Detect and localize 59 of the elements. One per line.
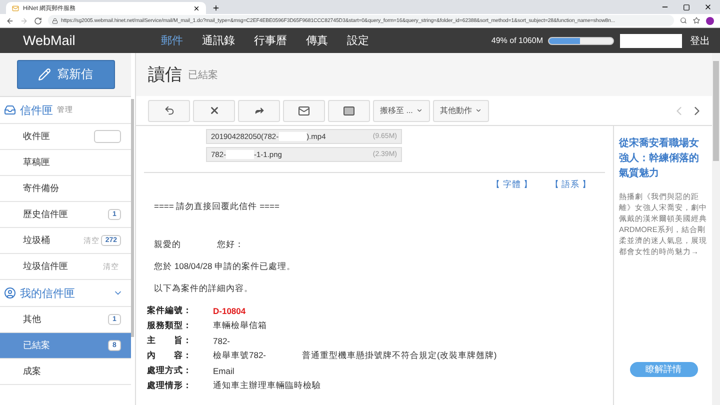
mail-text: 親愛的 您好： <box>153 239 245 251</box>
nav-tab[interactable]: 傳真 <box>306 33 328 48</box>
field-value: 通知車主辦理車輛臨時檢驗 <box>213 380 321 392</box>
field-value: 檢舉車號782- 普通重型機車懸掛號牌不符合規定(改裝車牌翹牌) <box>213 350 497 362</box>
search-field[interactable] <box>620 34 682 48</box>
lock-icon <box>52 18 58 24</box>
field-label: 處理情形： <box>147 380 193 392</box>
field-label: 服務類型： <box>147 320 193 332</box>
user-icon <box>4 287 16 299</box>
reply-icon <box>164 105 174 116</box>
forward-mail-button[interactable] <box>328 100 370 122</box>
field-value: 782- <box>213 336 230 346</box>
more-actions-button[interactable]: 其他動作 <box>432 100 489 122</box>
field-value: D-10804 <box>213 306 246 316</box>
scrollbar[interactable] <box>131 99 134 337</box>
page-scrollbar[interactable] <box>712 53 720 405</box>
nav-tab[interactable]: 通訊錄 <box>202 33 235 48</box>
maximize-icon[interactable] <box>683 4 690 10</box>
nav-tab[interactable]: 設定 <box>347 33 369 48</box>
field-label: 主 旨： <box>147 334 193 346</box>
mail-text: 以下為案件的詳細內容。 <box>153 283 254 295</box>
inbox-icon <box>4 104 16 116</box>
close-icon <box>208 105 220 116</box>
reply-mail-button[interactable] <box>283 100 325 122</box>
compose-button[interactable]: 寫新信 <box>16 60 114 89</box>
field-value: 車輛檢舉信箱 <box>213 320 267 332</box>
star-icon[interactable] <box>693 17 700 24</box>
option-link[interactable]: 【 字體 】 <box>492 179 532 191</box>
close-tab-icon[interactable] <box>193 4 200 12</box>
profile-avatar[interactable] <box>706 16 714 24</box>
option-link[interactable]: 【 語系 】 <box>550 179 591 191</box>
caret-icon <box>416 107 423 114</box>
new-tab-icon[interactable] <box>212 4 220 12</box>
forward-button[interactable] <box>238 100 280 122</box>
zoom-icon[interactable] <box>680 17 687 24</box>
close-icon[interactable] <box>704 3 712 11</box>
storage-usage: 49% of 1060M <box>491 36 543 45</box>
nav-tab[interactable]: 郵件 <box>161 33 183 48</box>
back-icon[interactable] <box>6 16 14 24</box>
caret-icon <box>474 107 482 114</box>
mail-text: 您於 108/04/28 申請的案件已處理。 <box>153 261 297 273</box>
logout-link[interactable]: 登出 <box>690 34 710 48</box>
scroll-thumb[interactable] <box>713 61 719 161</box>
field-label: 案件編號： <box>147 304 193 316</box>
field-value: Email <box>213 366 234 376</box>
folder-group-title[interactable]: 信件匣 <box>20 102 53 118</box>
ad-title[interactable]: 從宋喬安看職場女強人：幹練俐落的氣質魅力 <box>619 136 708 181</box>
move-to-button[interactable]: 搬移至 ... <box>373 100 430 122</box>
nav-tab[interactable]: 行事曆 <box>254 33 287 48</box>
forward-icon <box>254 105 264 116</box>
field-label: 內 容： <box>147 350 193 362</box>
mail-notice: ==== 請勿直接回覆此信件 ==== <box>153 201 280 213</box>
compose-icon <box>38 68 51 81</box>
reload-icon[interactable] <box>34 16 42 24</box>
field-label: 處理方式： <box>147 364 193 376</box>
brand-logo: WebMail <box>23 33 76 48</box>
page-title: 讀信 <box>148 64 182 86</box>
folder-name: 已結案 <box>188 68 218 82</box>
folder-group-title[interactable]: 我的信件匣 <box>20 286 75 300</box>
